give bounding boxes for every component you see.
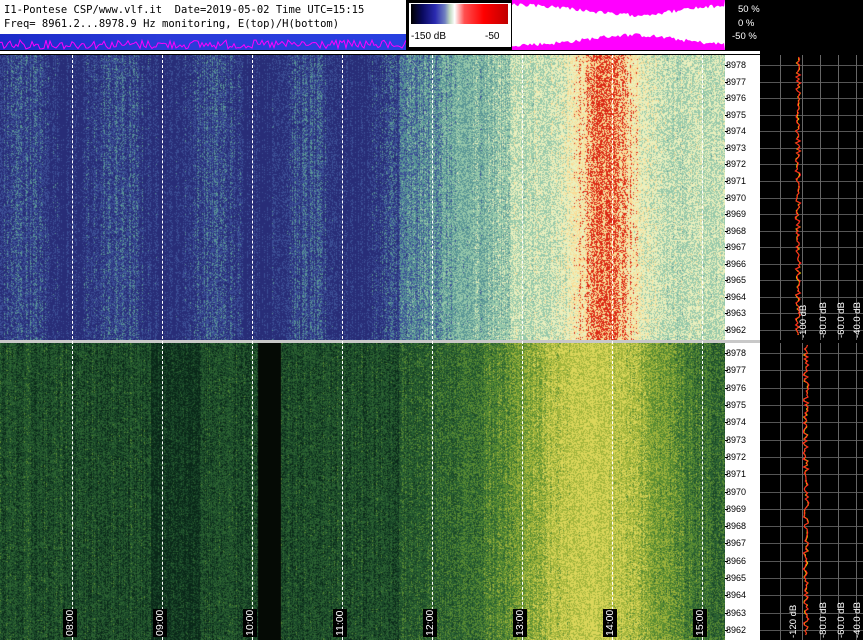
spectrum-plot-top: -100 dB -80.0 dB -60.0 dB -40.0 dB: [760, 55, 863, 340]
freq-tick-label: 8967: [726, 538, 747, 549]
time-label: 14:00: [603, 608, 617, 637]
time-label: 15:00: [693, 608, 707, 637]
spectrum-bottom-db-2: -60.0 dB: [836, 602, 847, 638]
time-label: 08:00: [63, 608, 77, 637]
freq-tick-label: 8965: [726, 275, 747, 286]
agc-scale-bottom: -50 %: [732, 31, 757, 42]
freq-tick-label: 8964: [726, 590, 747, 601]
freq-tick-label: 8966: [726, 555, 747, 566]
spectrum-bottom-db-0: -120 dB: [788, 604, 799, 638]
freq-axis-top: 8978 8977 8976 8975 8974 8973 8972 8971 8970 8969…: [725, 55, 760, 340]
time-gridline: [252, 55, 253, 640]
color-scale-min: -150 dB: [411, 31, 447, 42]
freq-tick-label: 8971: [726, 175, 747, 186]
freq-tick-label: 8963: [726, 607, 747, 618]
time-gridline: [162, 55, 163, 640]
freq-tick-label: 8966: [726, 258, 747, 269]
freq-tick-label: 8975: [726, 399, 747, 410]
vlf-spectrogram-screen: I1-Pontese CSP/www.vlf.it Date=2019-05-0…: [0, 0, 863, 640]
freq-tick-label: 8969: [726, 209, 747, 220]
spectrum-top-db-2: -60.0 dB: [836, 302, 847, 338]
spectrum-trace-bottom: [801, 344, 810, 636]
freq-tick-label: 8967: [726, 242, 747, 253]
spectrum-trace-top: [794, 56, 802, 336]
spectrum-top-db-1: -80.0 dB: [818, 302, 829, 338]
time-gridline: [522, 55, 523, 640]
freq-tick-label: 8973: [726, 434, 747, 445]
freq-tick-label: 8964: [726, 291, 747, 302]
time-gridline: [702, 55, 703, 640]
time-label: 10:00: [243, 608, 257, 637]
freq-tick-label: 8974: [726, 417, 747, 428]
time-label: 11:00: [333, 609, 347, 637]
freq-tick-label: 8976: [726, 382, 747, 393]
time-gridline: [432, 55, 433, 640]
freq-tick-label: 8969: [726, 503, 747, 514]
freq-tick-label: 8975: [726, 109, 747, 120]
freq-tick-label: 8962: [726, 625, 747, 635]
info-header: I1-Pontese CSP/www.vlf.it Date=2019-05-0…: [0, 0, 406, 34]
freq-tick-label: 8976: [726, 93, 747, 104]
time-label: 09:00: [153, 608, 167, 637]
spectrum-top-db-3: -40.0 dB: [852, 302, 863, 338]
agc-trace-svg: [512, 0, 725, 50]
time-gridline: [72, 55, 73, 640]
spectrum-plot-bottom: -120 dB -80.0 dB -60.0 dB -40.0 dB: [760, 343, 863, 640]
freq-tick-label: 8972: [726, 451, 747, 462]
color-scale-gradient: [411, 4, 508, 24]
time-gridline: [342, 55, 343, 640]
agc-plot: [512, 0, 725, 50]
color-scale-bar: -150 dB -50: [408, 2, 512, 48]
freq-tick-label: 8971: [726, 469, 747, 480]
agc-scale: 50 % 0 % -50 %: [726, 0, 863, 50]
freq-tick-label: 8977: [726, 365, 747, 376]
freq-tick-label: 8965: [726, 573, 747, 584]
freq-axis-bottom: 8978 8977 8976 8975 8974 8973 8972 8971 8970 8969…: [725, 343, 760, 640]
agc-scale-mid: 0 %: [738, 18, 755, 29]
header-signal-trace: [0, 38, 407, 51]
spectrum-top-db-0: -100 dB: [798, 304, 809, 338]
spectrum-bottom-db-3: -40.0 dB: [852, 602, 863, 638]
time-label: 13:00: [513, 608, 527, 637]
freq-tick-label: 8977: [726, 76, 747, 87]
header-signal-band: [0, 34, 407, 51]
frequency-line: Freq= 8961.2...8978.9 Hz monitoring, E(t…: [4, 18, 340, 30]
freq-tick-label: 8970: [726, 192, 747, 203]
agc-scale-top: 50 %: [738, 4, 760, 15]
freq-tick-label: 8963: [726, 308, 747, 319]
freq-tick-label: 8978: [726, 348, 747, 358]
freq-tick-label: 8962: [726, 325, 747, 335]
freq-tick-label: 8973: [726, 142, 747, 153]
freq-tick-label: 8978: [726, 60, 747, 70]
separator-top: [0, 51, 760, 54]
station-date-line: I1-Pontese CSP/www.vlf.it Date=2019-05-0…: [4, 4, 365, 16]
time-grid: 08:00 09:00 10:00 11:00 12:00 13:00 14:00 15:00: [0, 55, 725, 640]
time-gridline: [612, 55, 613, 640]
freq-tick-label: 8974: [726, 126, 747, 137]
freq-tick-label: 8968: [726, 521, 747, 532]
freq-tick-label: 8970: [726, 486, 747, 497]
freq-tick-label: 8968: [726, 225, 747, 236]
color-scale-max: -50: [485, 31, 500, 42]
freq-tick-label: 8972: [726, 159, 747, 170]
spectrum-bottom-db-1: -80.0 dB: [818, 602, 829, 638]
time-label: 12:00: [423, 608, 437, 637]
